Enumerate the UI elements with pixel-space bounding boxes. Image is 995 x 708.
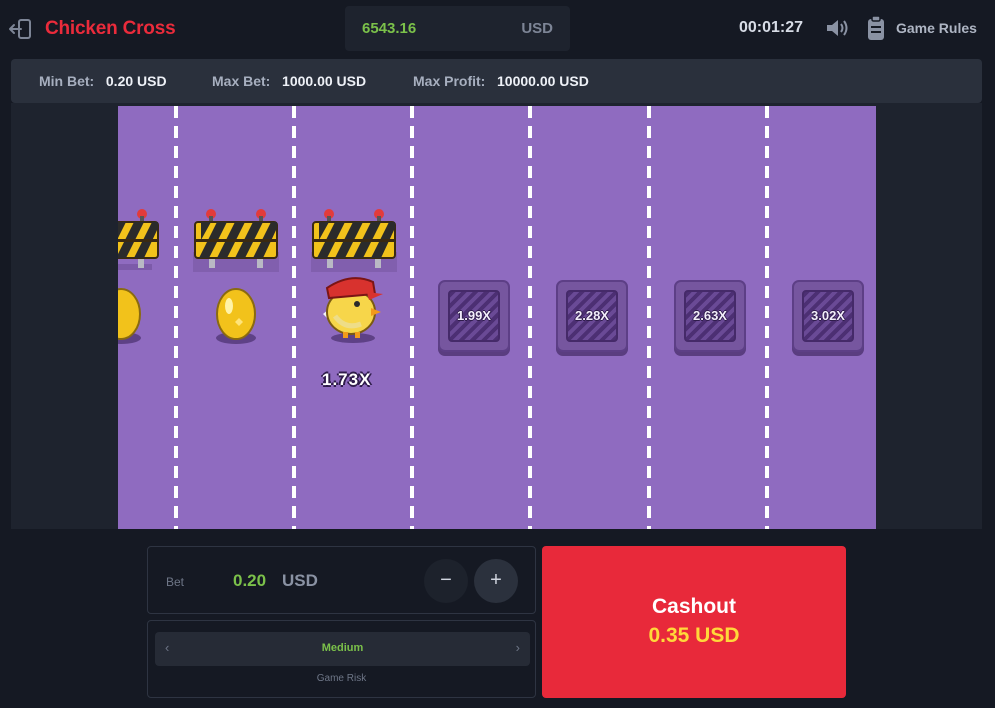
- golden-egg-icon: [118, 288, 141, 344]
- tile-multiplier: 3.02X: [811, 308, 845, 323]
- game-title: Chicken Cross: [45, 18, 176, 39]
- chicken-player-icon: [323, 277, 383, 343]
- game-rules-link[interactable]: Game Rules: [896, 20, 977, 36]
- multiplier-tile[interactable]: 1.99X: [438, 280, 510, 352]
- barrier-icon: [311, 209, 397, 272]
- bet-amount-input[interactable]: 0.20: [233, 571, 266, 591]
- max-bet: Max Bet: 1000.00 USD: [212, 73, 366, 89]
- max-bet-value: 1000.00 USD: [282, 73, 367, 89]
- decrease-bet-button[interactable]: −: [424, 559, 468, 603]
- multiplier-tile[interactable]: 2.28X: [556, 280, 628, 352]
- cashout-button[interactable]: Cashout 0.35 USD: [542, 546, 846, 698]
- min-bet-value: 0.20 USD: [105, 73, 167, 89]
- current-multiplier: 1.73X: [322, 370, 372, 389]
- game-risk-control: ‹ Medium › Game Risk: [147, 620, 536, 698]
- balance-value: 6543.16: [362, 20, 417, 37]
- speaker-icon[interactable]: [825, 17, 851, 39]
- tile-multiplier: 2.63X: [693, 308, 727, 323]
- multiplier-tile[interactable]: 2.63X: [674, 280, 746, 352]
- lane-divider: [647, 106, 651, 529]
- min-bet-label: Min Bet:: [39, 73, 95, 89]
- tile-multiplier: 2.28X: [575, 308, 609, 323]
- max-bet-label: Max Bet:: [212, 73, 271, 89]
- exit-arrow-icon[interactable]: [8, 18, 32, 40]
- bet-currency: USD: [282, 571, 318, 590]
- top-bar: Chicken Cross 6543.16 USD 00:01:27 Game …: [0, 0, 995, 58]
- tile-multiplier: 1.99X: [457, 308, 491, 323]
- barrier-icon: [118, 209, 159, 270]
- game-board: 1.99X 2.28X 2.63X 3.02X: [118, 106, 876, 529]
- golden-egg-icon: [216, 288, 256, 344]
- lane-divider: [174, 106, 178, 529]
- lane-divider: [410, 106, 414, 529]
- risk-value: Medium: [321, 642, 364, 654]
- clipboard-icon[interactable]: [866, 15, 886, 41]
- increase-bet-button[interactable]: +: [474, 559, 518, 603]
- bet-limits-bar: Min Bet: 0.20 USD Max Bet: 1000.00 USD M…: [11, 59, 982, 103]
- max-profit-label: Max Profit:: [413, 73, 486, 89]
- cashout-amount: 0.35 USD: [648, 624, 740, 647]
- chevron-right-icon[interactable]: ›: [516, 640, 520, 655]
- session-timer: 00:01:27: [739, 19, 804, 36]
- bet-amount-control: Bet 0.20 USD − +: [147, 546, 536, 614]
- max-profit-value: 10000.00 USD: [497, 73, 589, 89]
- lane-divider: [765, 106, 769, 529]
- minus-icon: −: [440, 569, 452, 591]
- balance-currency: USD: [521, 20, 553, 37]
- multiplier-tile[interactable]: 3.02X: [792, 280, 864, 352]
- max-profit: Max Profit: 10000.00 USD: [413, 73, 589, 89]
- lane-divider: [292, 106, 296, 529]
- bet-label: Bet: [166, 575, 185, 589]
- lane-divider: [528, 106, 532, 529]
- risk-label: Game Risk: [316, 673, 367, 684]
- plus-icon: +: [490, 569, 502, 591]
- balance-display: 6543.16 USD: [345, 6, 570, 51]
- min-bet: Min Bet: 0.20 USD: [39, 73, 167, 89]
- barrier-icon: [193, 209, 279, 272]
- cashout-label: Cashout: [652, 595, 736, 618]
- risk-selector[interactable]: ‹ Medium ›: [155, 632, 530, 666]
